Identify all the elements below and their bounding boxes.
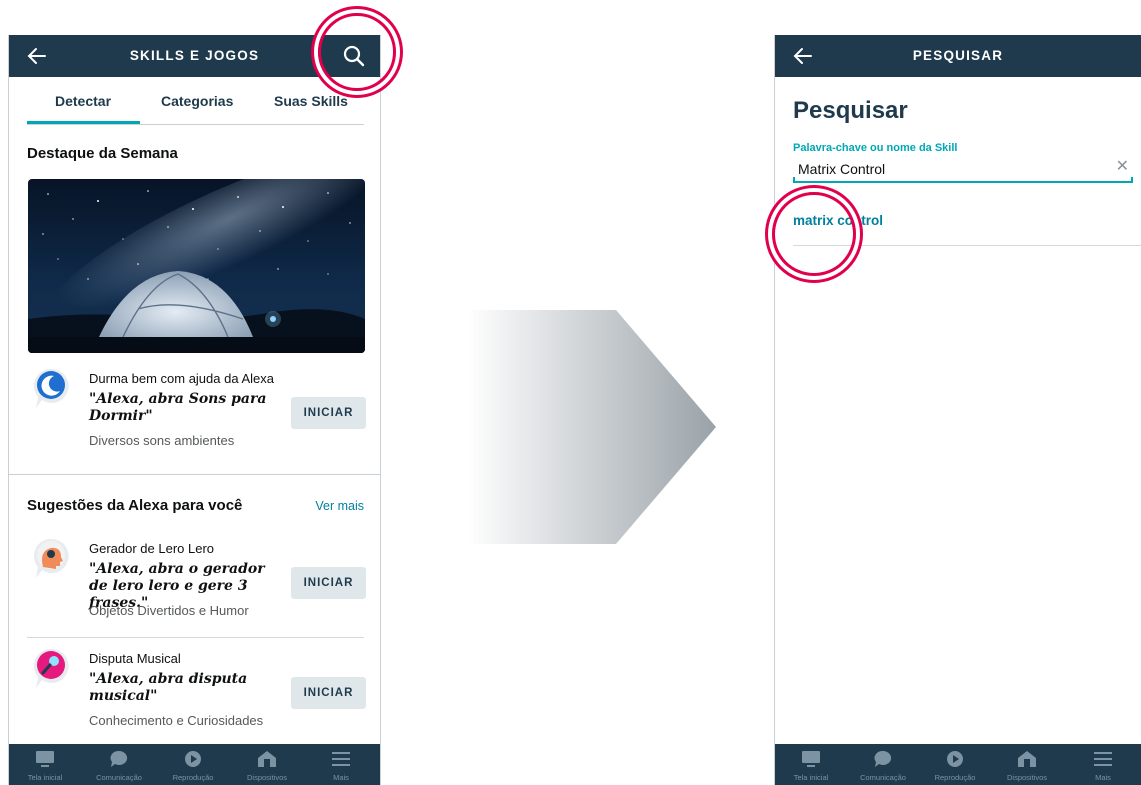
section-divider [9, 474, 380, 475]
skill-name: Disputa Musical [89, 651, 181, 666]
skill-phrase: "Alexa, abra Sons para Dormir" [89, 391, 267, 424]
bottom-nav: Tela inicial Comunicação Reprodução Disp… [9, 744, 380, 785]
search-input[interactable] [798, 159, 1098, 179]
skill-name: Durma bem com ajuda da Alexa [89, 371, 274, 386]
skill-category: Objetos Divertidos e Humor [89, 603, 249, 618]
search-heading: Pesquisar [793, 97, 908, 124]
nav-item-more[interactable]: Mais [1067, 750, 1139, 782]
nav-item-home[interactable]: Tela inicial [9, 750, 81, 782]
skill-category: Diversos sons ambientes [89, 433, 235, 448]
bottom-nav: Tela inicial Comunicação Reprodução Disp… [775, 744, 1141, 785]
divider [27, 124, 364, 125]
start-button[interactable]: INICIAR [291, 677, 366, 709]
featured-image[interactable] [28, 179, 365, 353]
divider [27, 637, 364, 638]
skill-phrase: "Alexa, abra disputa musical" [89, 671, 248, 704]
chat-bubble-icon [110, 750, 128, 767]
home-screen-icon [36, 751, 54, 767]
start-button[interactable]: INICIAR [291, 397, 366, 429]
nav-item-communication[interactable]: Comunicação [847, 750, 919, 782]
home-screen-icon [802, 751, 820, 767]
skill-category: Conhecimento e Curiosidades [89, 713, 264, 728]
menu-icon [332, 752, 350, 766]
nav-item-devices[interactable]: Dispositivos [231, 750, 303, 782]
devices-house-icon [1018, 751, 1036, 767]
nav-item-home[interactable]: Tela inicial [775, 750, 847, 782]
see-more-link[interactable]: Ver mais [315, 499, 364, 513]
tab-categorias[interactable]: Categorias [161, 93, 233, 109]
transition-arrow [468, 310, 716, 544]
nav-item-playback[interactable]: Reprodução [157, 750, 229, 782]
play-icon [185, 751, 201, 767]
tab-detectar[interactable]: Detectar [55, 93, 111, 109]
play-icon [947, 751, 963, 767]
top-bar: PESQUISAR [775, 35, 1141, 77]
section-title-featured: Destaque da Semana [27, 145, 178, 162]
search-highlight-ring [318, 13, 396, 91]
suggestion-highlight-ring [772, 192, 856, 276]
nav-item-devices[interactable]: Dispositivos [991, 750, 1063, 782]
input-underline [793, 181, 1133, 183]
tab-suas-skills[interactable]: Suas Skills [274, 93, 348, 109]
nav-item-playback[interactable]: Reprodução [919, 750, 991, 782]
nav-item-communication[interactable]: Comunicação [83, 750, 155, 782]
input-underline-tick [1131, 177, 1133, 183]
chat-bubble-icon [874, 750, 892, 767]
start-button[interactable]: INICIAR [291, 567, 366, 599]
moon-bubble-icon [33, 368, 69, 408]
section-title-suggestions: Sugestões da Alexa para você [27, 497, 243, 514]
nav-item-more[interactable]: Mais [305, 750, 377, 782]
skills-screen: SKILLS E JOGOS Detectar Categorias Suas … [8, 35, 381, 785]
page-title: PESQUISAR [912, 48, 1004, 63]
menu-icon [1094, 752, 1112, 766]
night-sky-tent-image [28, 179, 365, 353]
tab-bar: Detectar Categorias Suas Skills [9, 77, 380, 125]
skill-name: Gerador de Lero Lero [89, 541, 215, 556]
input-underline-tick [793, 177, 795, 183]
head-bubble-icon [33, 538, 69, 578]
search-field-label: Palavra-chave ou nome da Skill [793, 142, 958, 154]
devices-house-icon [258, 751, 276, 767]
search-screen: PESQUISAR Pesquisar Palavra-chave ou nom… [774, 35, 1141, 785]
close-icon[interactable]: ✕ [1116, 156, 1129, 176]
microphone-bubble-icon [33, 648, 69, 688]
